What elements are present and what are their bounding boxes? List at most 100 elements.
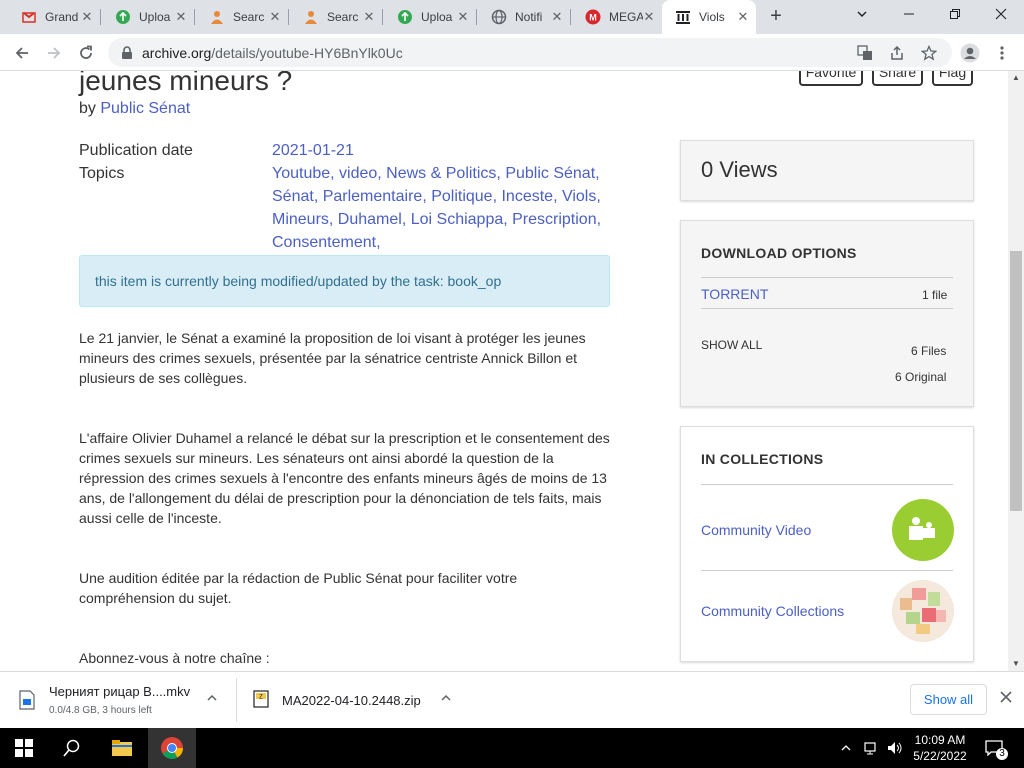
tab-5[interactable]: Notifi ✕ — [478, 0, 570, 34]
topic-link[interactable]: Prescription — [512, 211, 596, 228]
share-icon[interactable] — [888, 44, 906, 62]
scroll-down-arrow[interactable]: ▼ — [1011, 659, 1021, 669]
search-person-icon — [303, 9, 319, 25]
divider — [701, 484, 953, 485]
share-button[interactable]: Share — [872, 71, 923, 86]
close-icon[interactable] — [998, 691, 1014, 707]
byline: by Public Sénat — [79, 100, 191, 117]
file-explorer-icon[interactable] — [98, 728, 146, 768]
download-item[interactable]: Z MA2022-04-10.2448.zip — [237, 672, 470, 729]
chevron-up-icon[interactable] — [836, 728, 856, 768]
torrent-download-link[interactable]: TORRENT — [701, 286, 768, 302]
publication-date-link[interactable]: 2021-01-21 — [272, 142, 354, 159]
topic-link[interactable]: Public Sénat — [505, 165, 595, 182]
tab-search-icon[interactable] — [848, 4, 876, 28]
topics-list: Youtube, video, News & Politics, Public … — [272, 165, 602, 251]
tab-1[interactable]: Uploa ✕ — [102, 0, 194, 34]
lock-icon[interactable] — [118, 44, 136, 62]
tab-strip: Grand ✕ Uploa ✕ Searc ✕ Searc ✕ Uploa ✕ — [0, 0, 1024, 34]
tab-3[interactable]: Searc ✕ — [290, 0, 382, 34]
topics-label: Topics — [79, 165, 125, 182]
creator-link[interactable]: Public Sénat — [100, 100, 190, 117]
tab-6[interactable]: M MEGA ✕ — [572, 0, 662, 34]
topic-link[interactable]: Inceste — [501, 188, 553, 205]
community-collections-icon[interactable] — [892, 580, 954, 642]
new-tab-button[interactable]: + — [766, 6, 786, 27]
close-icon[interactable]: ✕ — [174, 10, 188, 24]
topic-link[interactable]: News & Politics — [386, 165, 496, 182]
back-button[interactable] — [10, 41, 34, 65]
torrent-file-count: 1 file — [922, 288, 948, 302]
views-panel: 0 Views — [680, 140, 974, 201]
notifications-icon[interactable]: 3 — [980, 728, 1008, 768]
close-icon[interactable]: ✕ — [642, 10, 656, 24]
profile-avatar-icon[interactable] — [958, 41, 982, 65]
favorite-button[interactable]: Favorite — [799, 71, 863, 86]
community-video-icon[interactable] — [892, 499, 954, 561]
page-scrollbar[interactable]: ▲ ▼ — [1008, 71, 1024, 671]
chevron-up-icon[interactable] — [439, 692, 453, 706]
reload-button[interactable] — [74, 41, 98, 65]
close-icon[interactable]: ✕ — [736, 10, 750, 24]
views-count: 0 Views — [701, 157, 778, 182]
flag-button[interactable]: Flag — [932, 71, 973, 86]
topic-link[interactable]: Sénat — [272, 188, 314, 205]
menu-dots-icon[interactable] — [990, 41, 1014, 65]
zip-file-icon: Z — [253, 690, 269, 713]
system-clock[interactable]: 10:09 AM 5/22/2022 — [905, 732, 975, 764]
close-icon[interactable]: ✕ — [550, 10, 564, 24]
tab-4[interactable]: Uploa ✕ — [384, 0, 476, 34]
topic-link[interactable]: Consentement — [272, 234, 376, 251]
topic-link[interactable]: video — [339, 165, 377, 182]
files-count: 6 Files — [911, 344, 947, 358]
url-text[interactable]: archive.org/details/youtube-HY6BnYlk0Uc — [142, 45, 403, 61]
collection-link-community-collections[interactable]: Community Collections — [701, 603, 844, 619]
topic-link[interactable]: Duhamel — [338, 211, 402, 228]
original-count: 6 Original — [895, 370, 947, 384]
close-icon[interactable]: ✕ — [456, 10, 470, 24]
topic-link[interactable]: Mineurs — [272, 211, 329, 228]
tab-divider — [476, 9, 477, 25]
volume-icon[interactable] — [884, 728, 906, 768]
item-title: jeunes mineurs ? — [79, 71, 293, 96]
address-bar[interactable]: archive.org/details/youtube-HY6BnYlk0Uc — [108, 38, 952, 67]
close-icon[interactable]: ✕ — [80, 10, 94, 24]
close-icon[interactable]: ✕ — [268, 10, 282, 24]
close-icon[interactable]: ✕ — [362, 10, 376, 24]
upload-icon — [397, 9, 413, 25]
collection-link-community-video[interactable]: Community Video — [701, 522, 811, 538]
forward-button[interactable] — [42, 41, 66, 65]
topic-link[interactable]: Parlementaire — [323, 188, 423, 205]
topic-link[interactable]: Loi Schiappa — [411, 211, 504, 228]
scrollbar-thumb[interactable] — [1010, 251, 1022, 511]
downloads-bar: Черният рицар B....mkv 0.0/4.8 GB, 3 hou… — [0, 671, 1024, 728]
tab-divider — [288, 9, 289, 25]
close-window-button[interactable] — [987, 4, 1015, 28]
globe-icon — [491, 9, 507, 25]
search-icon[interactable] — [48, 728, 96, 768]
topic-link[interactable]: Politique — [431, 188, 492, 205]
publication-date-label: Publication date — [79, 142, 193, 159]
tab-7-active[interactable]: Viols ✕ — [662, 0, 756, 34]
download-item[interactable]: Черният рицар B....mkv 0.0/4.8 GB, 3 hou… — [0, 672, 236, 729]
chevron-up-icon[interactable] — [205, 692, 219, 706]
windows-taskbar: 10:09 AM 5/22/2022 3 — [0, 728, 1024, 768]
tab-0[interactable]: Grand ✕ — [8, 0, 100, 34]
publication-date-value: 2021-01-21 — [272, 139, 612, 162]
downloads-show-all-button[interactable]: Show all — [910, 684, 987, 715]
tab-divider — [100, 9, 101, 25]
network-icon[interactable] — [860, 728, 882, 768]
tab-2[interactable]: Searc ✕ — [196, 0, 288, 34]
show-all-files-link[interactable]: SHOW ALL — [701, 338, 762, 352]
restore-button[interactable] — [941, 4, 969, 28]
chrome-icon[interactable] — [148, 728, 196, 768]
scroll-up-arrow[interactable]: ▲ — [1011, 73, 1021, 83]
browser-toolbar: archive.org/details/youtube-HY6BnYlk0Uc — [0, 34, 1024, 71]
topic-link[interactable]: Viols — [562, 188, 596, 205]
translate-icon[interactable] — [856, 44, 874, 62]
bookmark-star-icon[interactable] — [920, 44, 938, 62]
minimize-button[interactable] — [895, 4, 923, 28]
topic-link[interactable]: Youtube — [272, 165, 330, 182]
download-options-heading: DOWNLOAD OPTIONS — [701, 245, 857, 261]
windows-start-icon[interactable] — [0, 728, 48, 768]
